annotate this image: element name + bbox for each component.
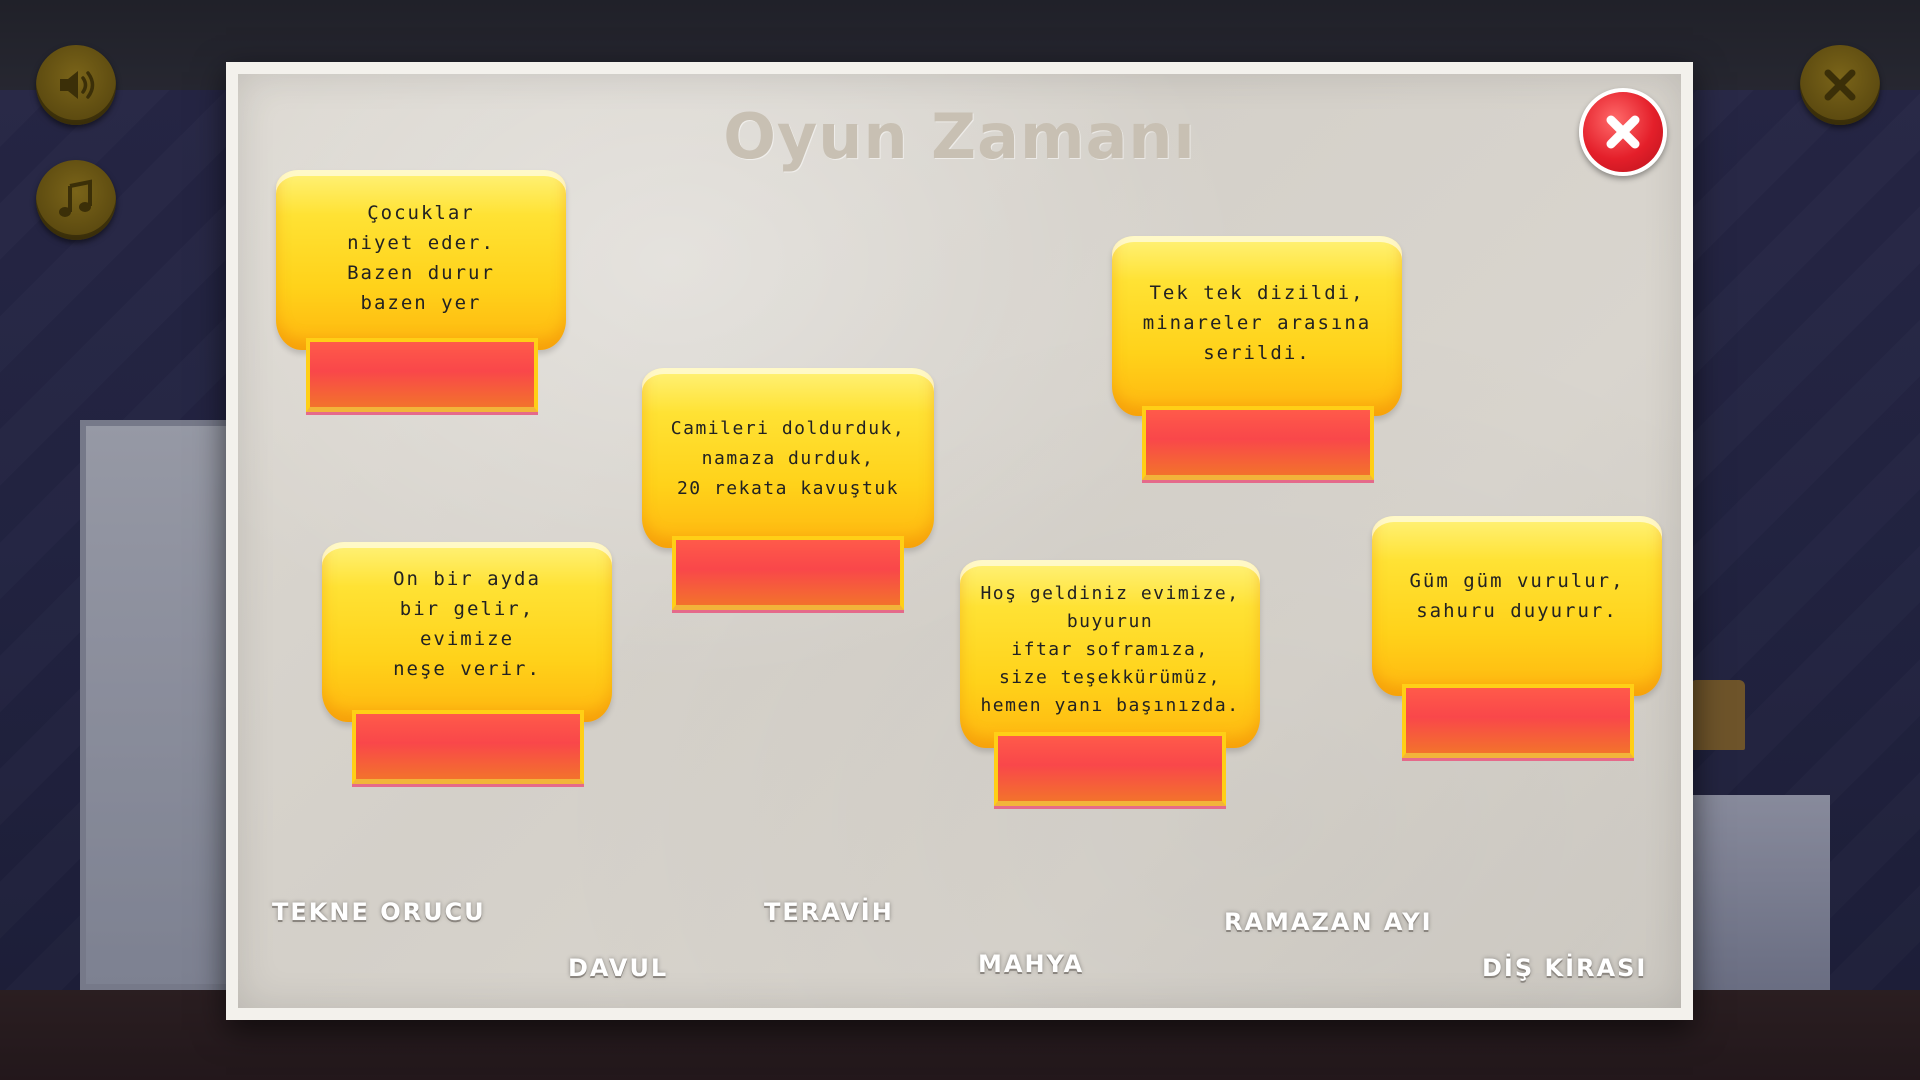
close-icon [1606,115,1640,149]
answer-word[interactable]: DİŞ KİRASI [1482,954,1647,982]
speaker-icon [60,71,95,99]
riddle-card: Camileri doldurduk, namaza durduk, 20 re… [642,368,934,548]
riddle-text: Tek tek dizildi, minareler arasına seril… [1142,282,1372,364]
answer-drop-slot[interactable] [306,338,538,412]
answer-word[interactable]: DAVUL [568,954,668,982]
riddle-card: On bir ayda bir gelir, evimize neşe veri… [322,542,612,722]
answer-drop-slot[interactable] [994,732,1226,806]
riddle-card: Güm güm vurulur, sahuru duyurur. [1372,516,1662,696]
music-note-icon [59,179,92,217]
music-button[interactable] [36,160,116,240]
answer-word[interactable]: RAMAZAN AYI [1224,908,1433,936]
riddle-text: Hoş geldiniz evimize, buyurun iftar sofr… [980,583,1240,716]
answer-word[interactable]: TERAVİH [764,898,894,926]
game-title: Oyun Zamanı [723,100,1196,173]
riddle-card: Çocuklar niyet eder. Bazen durur bazen y… [276,170,566,350]
riddle-text: On bir ayda bir gelir, evimize neşe veri… [393,568,541,680]
answer-word[interactable]: TEKNE ORUCU [272,898,486,926]
answer-drop-slot[interactable] [672,536,904,610]
close-panel-button[interactable] [1579,88,1667,176]
exit-button[interactable] [1800,45,1880,125]
riddle-card: Tek tek dizildi, minareler arasına seril… [1112,236,1402,416]
answer-word[interactable]: MAHYA [978,950,1084,978]
riddle-text: Camileri doldurduk, namaza durduk, 20 re… [670,418,906,499]
riddle-text: Güm güm vurulur, sahuru duyurur. [1409,570,1625,622]
riddle-text: Çocuklar niyet eder. Bazen durur bazen y… [347,202,495,314]
answer-drop-slot[interactable] [1142,406,1374,480]
answer-drop-slot[interactable] [1402,684,1634,758]
game-panel: Oyun Zamanı Çocuklar niyet eder. Bazen d… [226,62,1693,1020]
close-icon [1824,69,1856,101]
riddle-card: Hoş geldiniz evimize, buyurun iftar sofr… [960,560,1260,748]
sound-button[interactable] [36,45,116,125]
answer-drop-slot[interactable] [352,710,584,784]
